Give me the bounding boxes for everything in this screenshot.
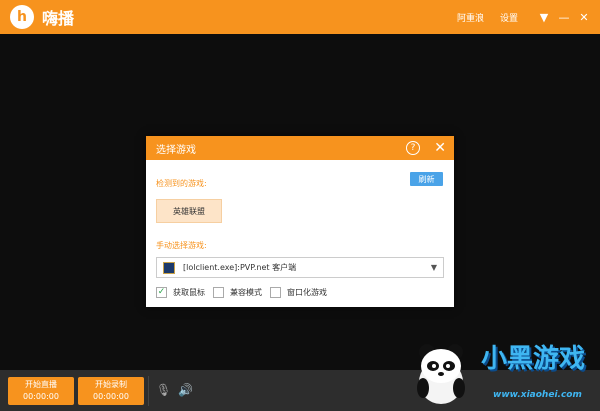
detected-games-label: 检测到的游戏: — [156, 179, 207, 188]
live-timer: 00:00:00 — [23, 392, 59, 401]
watermark-url: www.xiaohei.com — [493, 390, 582, 400]
app-logo-icon: h — [10, 5, 34, 29]
start-live-button[interactable]: 开始直播 00:00:00 — [8, 377, 74, 405]
start-record-label: 开始录制 — [95, 380, 127, 389]
user-link[interactable]: 阿重浪 — [457, 11, 484, 24]
dialog-header: 选择游戏 ? ✕ — [146, 136, 454, 160]
panda-mascot-icon — [417, 344, 465, 404]
window-close-icon[interactable]: ✕ — [574, 11, 594, 24]
windowed-game-checkbox[interactable] — [270, 287, 281, 298]
site-watermark: 小黑游戏 www.xiaohei.com — [405, 328, 600, 411]
game-select-dropdown[interactable]: [lolclient.exe]:PVP.net 客户端 ▼ — [156, 257, 444, 278]
help-icon[interactable]: ? — [406, 141, 420, 155]
detected-game-chip[interactable]: 英雄联盟 — [156, 199, 222, 223]
windowed-game-label: 窗口化游戏 — [287, 288, 327, 297]
refresh-button[interactable]: 刷新 — [410, 172, 443, 186]
capture-mouse-label: 获取鼠标 — [173, 288, 205, 297]
option-windowed-game[interactable]: 窗口化游戏 — [270, 287, 327, 298]
option-capture-mouse[interactable]: ✓ 获取鼠标 — [156, 287, 205, 298]
start-live-label: 开始直播 — [25, 380, 57, 389]
select-game-dialog: 选择游戏 ? ✕ 检测到的游戏: 刷新 英雄联盟 手动选择游戏: [lolcli… — [146, 136, 454, 307]
speaker-icon[interactable]: 🔊 — [178, 383, 193, 397]
chevron-down-icon[interactable]: ▼ — [431, 263, 437, 272]
manual-select-label: 手动选择游戏: — [156, 241, 207, 250]
minimize-icon[interactable]: — — [554, 11, 574, 24]
lol-game-icon — [163, 261, 175, 274]
capture-options: ✓ 获取鼠标 兼容模式 窗口化游戏 — [156, 287, 335, 298]
app-name: 嗨播 — [42, 9, 75, 28]
menu-dropdown-icon[interactable]: ▼ — [534, 11, 554, 24]
selected-game-text: [lolclient.exe]:PVP.net 客户端 — [183, 263, 297, 272]
top-right-controls: 阿重浪 设置 ▼ — ✕ — [457, 0, 600, 34]
bottom-divider — [148, 376, 149, 406]
microphone-icon[interactable]: 🎙 — [156, 383, 171, 397]
title-bar: h 嗨播 阿重浪 设置 ▼ — ✕ — [0, 0, 600, 34]
capture-mouse-checkbox[interactable]: ✓ — [156, 287, 167, 298]
option-compat-mode[interactable]: 兼容模式 — [213, 287, 262, 298]
compat-mode-checkbox[interactable] — [213, 287, 224, 298]
dialog-title: 选择游戏 — [156, 144, 196, 156]
watermark-text: 小黑游戏 — [481, 344, 586, 374]
settings-link[interactable]: 设置 — [500, 11, 518, 24]
compat-mode-label: 兼容模式 — [230, 288, 262, 297]
start-record-button[interactable]: 开始录制 00:00:00 — [78, 377, 144, 405]
dialog-close-icon[interactable]: ✕ — [434, 139, 446, 157]
record-timer: 00:00:00 — [93, 392, 129, 401]
